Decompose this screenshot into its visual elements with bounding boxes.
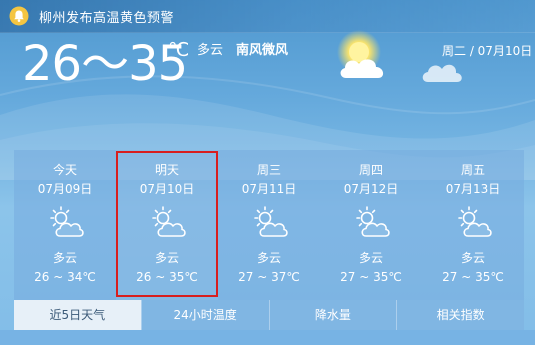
forecast-day-condition: 多云 [52, 251, 77, 265]
tab-24-hour-temperature[interactable]: 24小时温度 [140, 300, 269, 330]
partly-cloudy-icon [152, 206, 186, 237]
current-condition: 多云 [197, 43, 224, 58]
alert-text[interactable]: 柳州发布高温黄色预警 [39, 7, 174, 26]
sun-cloud-icon [337, 30, 384, 78]
forecast-day-name: 周五 [460, 163, 485, 177]
forecast-day-date: 07月09日 [37, 182, 93, 196]
partly-cloudy-icon [356, 206, 390, 237]
current-temperature-range: 26～35 [22, 36, 188, 92]
alert-bar[interactable]: 柳州发布高温黄色预警 [0, 0, 535, 33]
forecast-day-temperature: 26 ~ 34℃ [34, 270, 96, 284]
forecast-day-thursday[interactable]: 周四 07月12日 多云 27 ~ 35℃ [320, 150, 422, 300]
partly-cloudy-icon [458, 206, 492, 237]
current-wind: 南风微风 [236, 43, 289, 58]
forecast-day-wednesday[interactable]: 周三 07月11日 多云 27 ~ 37℃ [218, 150, 320, 300]
weather-widget: 柳州发布高温黄色预警 26～35 ℃ 多云 南风微风 周二 / 07月10日 今… [0, 0, 535, 345]
bottom-strip [0, 330, 535, 345]
partly-cloudy-icon [50, 206, 84, 237]
forecast-day-today[interactable]: 今天 07月09日 多云 26 ~ 34℃ [14, 150, 116, 300]
cloud-icon [422, 64, 462, 82]
forecast-day-name: 明天 [154, 163, 179, 177]
forecast-day-date: 07月11日 [241, 182, 297, 196]
forecast-day-condition: 多云 [358, 251, 383, 265]
forecast-day-tomorrow[interactable]: 明天 07月10日 多云 26 ~ 35℃ [116, 150, 218, 300]
partly-cloudy-icon [254, 206, 288, 237]
forecast-day-date: 07月12日 [343, 182, 399, 196]
forecast-day-name: 周四 [358, 163, 383, 177]
forecast-day-condition: 多云 [154, 251, 179, 265]
forecast-day-temperature: 27 ~ 35℃ [442, 270, 504, 284]
forecast-day-temperature: 26 ~ 35℃ [136, 270, 198, 284]
temperature-unit: ℃ [168, 39, 190, 61]
forecast-day-temperature: 27 ~ 37℃ [238, 270, 300, 284]
forecast-tabs: 近5日天气 24小时温度 降水量 相关指数 [14, 300, 524, 330]
bell-icon [9, 6, 29, 26]
forecast-day-name: 今天 [52, 163, 77, 177]
tab-related-indices[interactable]: 相关指数 [396, 300, 524, 330]
forecast-day-date: 07月13日 [445, 182, 501, 196]
forecast-day-date: 07月10日 [139, 182, 195, 196]
forecast-day-condition: 多云 [256, 251, 281, 265]
forecast-day-temperature: 27 ~ 35℃ [340, 270, 402, 284]
forecast-day-name: 周三 [256, 163, 281, 177]
forecast-day-friday[interactable]: 周五 07月13日 多云 27 ~ 35℃ [422, 150, 524, 300]
tab-5-day-weather[interactable]: 近5日天气 [14, 300, 141, 330]
forecast-day-condition: 多云 [460, 251, 485, 265]
tab-precipitation[interactable]: 降水量 [268, 300, 397, 330]
forecast-panel: 今天 07月09日 多云 26 ~ 34℃ 明天 07月10日 多云 26 ~ … [14, 150, 524, 300]
